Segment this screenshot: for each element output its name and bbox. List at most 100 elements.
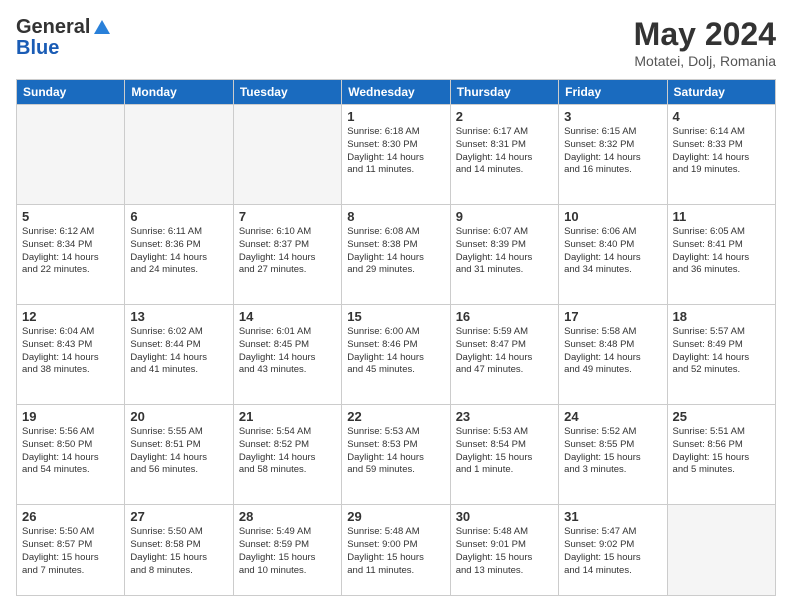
- calendar-cell: 15 Sunrise: 6:00 AM Sunset: 8:46 PM Dayli…: [342, 305, 450, 405]
- calendar-cell: 25 Sunrise: 5:51 AM Sunset: 8:56 PM Dayli…: [667, 405, 775, 505]
- day-info: Sunrise: 6:04 AM Sunset: 8:43 PM Dayligh…: [22, 326, 119, 377]
- calendar-cell: 10 Sunrise: 6:06 AM Sunset: 8:40 PM Dayli…: [559, 205, 667, 305]
- day-info: Sunrise: 6:11 AM Sunset: 8:36 PM Dayligh…: [130, 226, 227, 277]
- day-number: 31: [564, 509, 661, 524]
- day-info: Sunrise: 5:55 AM Sunset: 8:51 PM Dayligh…: [130, 426, 227, 477]
- calendar-week-1: 5Sunrise: 6:12 AM Sunset: 8:34 PM Daylig…: [17, 205, 776, 305]
- day-info: Sunrise: 6:18 AM Sunset: 8:30 PM Dayligh…: [347, 126, 444, 177]
- day-info: Sunrise: 5:59 AM Sunset: 8:47 PM Dayligh…: [456, 326, 553, 377]
- day-info: Sunrise: 6:08 AM Sunset: 8:38 PM Dayligh…: [347, 226, 444, 277]
- day-number: 17: [564, 309, 661, 324]
- calendar-cell: 12 Sunrise: 6:04 AM Sunset: 8:43 PM Dayli…: [17, 305, 125, 405]
- calendar-cell: [233, 105, 341, 205]
- day-info: Sunrise: 6:00 AM Sunset: 8:46 PM Dayligh…: [347, 326, 444, 377]
- calendar-header-friday: Friday: [559, 80, 667, 105]
- calendar-cell: 26 Sunrise: 5:50 AM Sunset: 8:57 PM Dayli…: [17, 505, 125, 596]
- day-info: Sunrise: 5:53 AM Sunset: 8:54 PM Dayligh…: [456, 426, 553, 477]
- day-number: 28: [239, 509, 336, 524]
- calendar-cell: 5Sunrise: 6:12 AM Sunset: 8:34 PM Daylig…: [17, 205, 125, 305]
- calendar-cell: 3 Sunrise: 6:15 AM Sunset: 8:32 PM Daylig…: [559, 105, 667, 205]
- day-info: Sunrise: 5:49 AM Sunset: 8:59 PM Dayligh…: [239, 526, 336, 577]
- day-number: 21: [239, 409, 336, 424]
- day-info: Sunrise: 5:50 AM Sunset: 8:58 PM Dayligh…: [130, 526, 227, 577]
- day-info: Sunrise: 6:10 AM Sunset: 8:37 PM Dayligh…: [239, 226, 336, 277]
- day-number: 20: [130, 409, 227, 424]
- day-info: Sunrise: 6:06 AM Sunset: 8:40 PM Dayligh…: [564, 226, 661, 277]
- calendar-header-sunday: Sunday: [17, 80, 125, 105]
- calendar-header-tuesday: Tuesday: [233, 80, 341, 105]
- day-number: 30: [456, 509, 553, 524]
- day-info: Sunrise: 5:48 AM Sunset: 9:01 PM Dayligh…: [456, 526, 553, 577]
- day-info: Sunrise: 6:14 AM Sunset: 8:33 PM Dayligh…: [673, 126, 770, 177]
- day-info: Sunrise: 5:58 AM Sunset: 8:48 PM Dayligh…: [564, 326, 661, 377]
- calendar-cell: 18Sunrise: 5:57 AM Sunset: 8:49 PM Dayli…: [667, 305, 775, 405]
- day-number: 24: [564, 409, 661, 424]
- day-info: Sunrise: 6:07 AM Sunset: 8:39 PM Dayligh…: [456, 226, 553, 277]
- calendar-header-row: SundayMondayTuesdayWednesdayThursdayFrid…: [17, 80, 776, 105]
- day-number: 8: [347, 209, 444, 224]
- day-number: 2: [456, 109, 553, 124]
- day-info: Sunrise: 6:02 AM Sunset: 8:44 PM Dayligh…: [130, 326, 227, 377]
- day-number: 26: [22, 509, 119, 524]
- calendar-cell: 29Sunrise: 5:48 AM Sunset: 9:00 PM Dayli…: [342, 505, 450, 596]
- calendar-header-monday: Monday: [125, 80, 233, 105]
- calendar-week-2: 12 Sunrise: 6:04 AM Sunset: 8:43 PM Dayli…: [17, 305, 776, 405]
- day-number: 3: [564, 109, 661, 124]
- calendar-cell: 11Sunrise: 6:05 AM Sunset: 8:41 PM Dayli…: [667, 205, 775, 305]
- calendar-cell: 28 Sunrise: 5:49 AM Sunset: 8:59 PM Dayli…: [233, 505, 341, 596]
- calendar: SundayMondayTuesdayWednesdayThursdayFrid…: [16, 79, 776, 596]
- calendar-cell: 22 Sunrise: 5:53 AM Sunset: 8:53 PM Dayli…: [342, 405, 450, 505]
- calendar-cell: 6 Sunrise: 6:11 AM Sunset: 8:36 PM Daylig…: [125, 205, 233, 305]
- calendar-cell: 24Sunrise: 5:52 AM Sunset: 8:55 PM Dayli…: [559, 405, 667, 505]
- day-info: Sunrise: 5:57 AM Sunset: 8:49 PM Dayligh…: [673, 326, 770, 377]
- day-number: 5: [22, 209, 119, 224]
- day-number: 6: [130, 209, 227, 224]
- day-number: 1: [347, 109, 444, 124]
- day-info: Sunrise: 5:54 AM Sunset: 8:52 PM Dayligh…: [239, 426, 336, 477]
- logo: General Blue: [16, 16, 112, 60]
- calendar-cell: [667, 505, 775, 596]
- day-info: Sunrise: 5:51 AM Sunset: 8:56 PM Dayligh…: [673, 426, 770, 477]
- day-number: 11: [673, 209, 770, 224]
- calendar-cell: 27Sunrise: 5:50 AM Sunset: 8:58 PM Dayli…: [125, 505, 233, 596]
- calendar-cell: 30 Sunrise: 5:48 AM Sunset: 9:01 PM Dayli…: [450, 505, 558, 596]
- calendar-header-saturday: Saturday: [667, 80, 775, 105]
- day-number: 10: [564, 209, 661, 224]
- day-info: Sunrise: 5:47 AM Sunset: 9:02 PM Dayligh…: [564, 526, 661, 577]
- month-title: May 2024: [634, 16, 776, 53]
- header: General Blue May 2024 Motatei, Dolj, Rom…: [16, 16, 776, 69]
- day-number: 7: [239, 209, 336, 224]
- day-info: Sunrise: 5:53 AM Sunset: 8:53 PM Dayligh…: [347, 426, 444, 477]
- day-number: 23: [456, 409, 553, 424]
- calendar-header-thursday: Thursday: [450, 80, 558, 105]
- day-number: 9: [456, 209, 553, 224]
- calendar-cell: 17 Sunrise: 5:58 AM Sunset: 8:48 PM Dayli…: [559, 305, 667, 405]
- day-info: Sunrise: 5:56 AM Sunset: 8:50 PM Dayligh…: [22, 426, 119, 477]
- calendar-cell: 21 Sunrise: 5:54 AM Sunset: 8:52 PM Dayli…: [233, 405, 341, 505]
- title-section: May 2024 Motatei, Dolj, Romania: [634, 16, 776, 69]
- day-number: 25: [673, 409, 770, 424]
- calendar-cell: 16Sunrise: 5:59 AM Sunset: 8:47 PM Dayli…: [450, 305, 558, 405]
- logo-general: General: [16, 16, 90, 39]
- day-number: 15: [347, 309, 444, 324]
- day-number: 12: [22, 309, 119, 324]
- calendar-week-3: 19 Sunrise: 5:56 AM Sunset: 8:50 PM Dayli…: [17, 405, 776, 505]
- day-info: Sunrise: 6:15 AM Sunset: 8:32 PM Dayligh…: [564, 126, 661, 177]
- calendar-cell: 2Sunrise: 6:17 AM Sunset: 8:31 PM Daylig…: [450, 105, 558, 205]
- calendar-cell: 23 Sunrise: 5:53 AM Sunset: 8:54 PM Dayli…: [450, 405, 558, 505]
- logo-blue: Blue: [16, 37, 59, 60]
- day-number: 4: [673, 109, 770, 124]
- calendar-week-4: 26 Sunrise: 5:50 AM Sunset: 8:57 PM Dayli…: [17, 505, 776, 596]
- logo-icon: [92, 18, 112, 38]
- calendar-cell: 8 Sunrise: 6:08 AM Sunset: 8:38 PM Daylig…: [342, 205, 450, 305]
- day-info: Sunrise: 5:50 AM Sunset: 8:57 PM Dayligh…: [22, 526, 119, 577]
- calendar-cell: [125, 105, 233, 205]
- calendar-header-wednesday: Wednesday: [342, 80, 450, 105]
- day-number: 19: [22, 409, 119, 424]
- calendar-cell: 9 Sunrise: 6:07 AM Sunset: 8:39 PM Daylig…: [450, 205, 558, 305]
- location: Motatei, Dolj, Romania: [634, 53, 776, 69]
- calendar-cell: [17, 105, 125, 205]
- day-number: 14: [239, 309, 336, 324]
- calendar-cell: 7 Sunrise: 6:10 AM Sunset: 8:37 PM Daylig…: [233, 205, 341, 305]
- day-number: 22: [347, 409, 444, 424]
